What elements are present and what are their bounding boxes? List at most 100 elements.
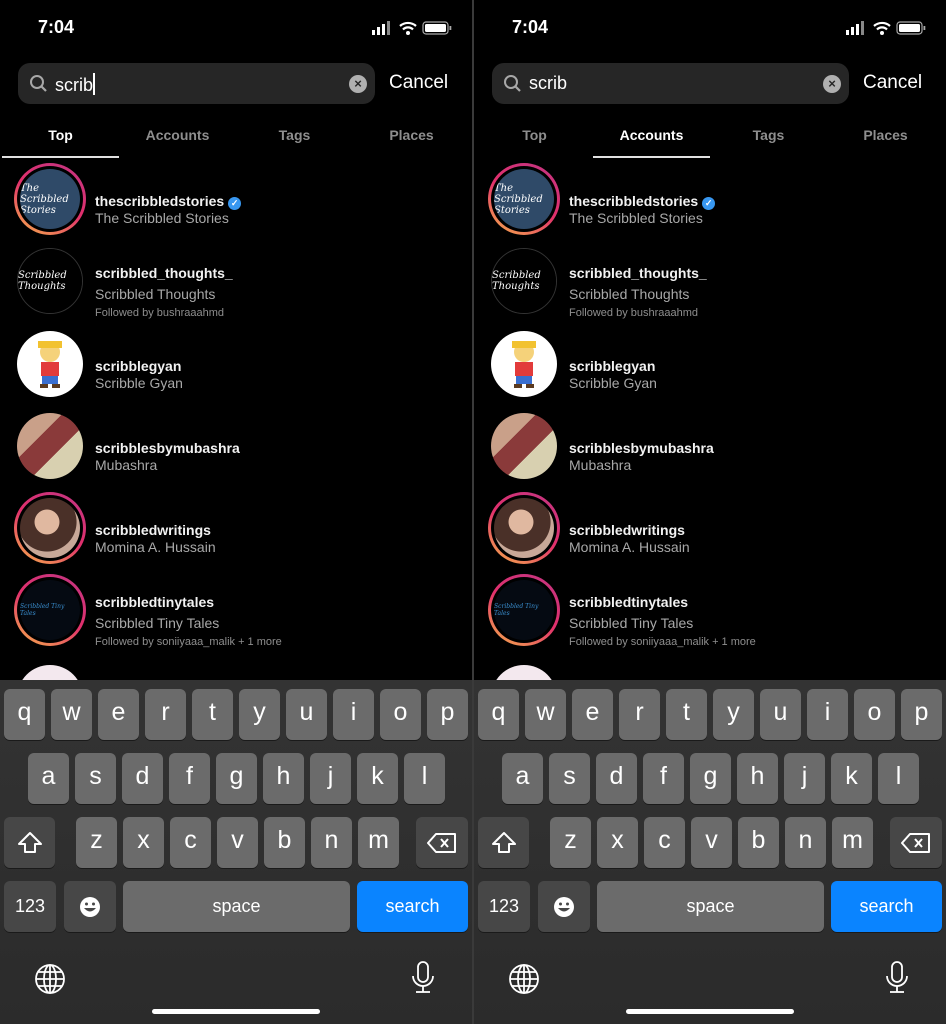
avatar[interactable]: Scribbled Thoughts [488, 245, 560, 317]
key-n[interactable]: n [311, 817, 352, 868]
result-username[interactable]: scribbledtinytales [95, 594, 214, 610]
search-input[interactable]: scrib [55, 73, 96, 96]
key-k[interactable]: k [831, 753, 872, 804]
shift-key[interactable] [478, 817, 529, 868]
key-z[interactable]: z [76, 817, 117, 868]
globe-icon[interactable] [508, 963, 540, 1000]
key-w[interactable]: w [51, 689, 92, 740]
result-username[interactable]: thescribbledstories ✓ [95, 193, 242, 210]
clear-search-icon[interactable]: × [349, 75, 367, 93]
avatar[interactable]: Scribbled Tiny Tales [14, 574, 86, 646]
avatar[interactable] [488, 492, 560, 564]
search-key[interactable]: search [357, 881, 468, 932]
shift-key[interactable] [4, 817, 55, 868]
microphone-icon[interactable] [410, 960, 436, 1001]
key-o[interactable]: o [380, 689, 421, 740]
key-a[interactable]: a [28, 753, 69, 804]
result-username[interactable]: scribblegyan [569, 358, 655, 374]
key-m[interactable]: m [832, 817, 873, 868]
result-row[interactable]: The Scribbled Stories thescribbledstories… [0, 159, 473, 239]
result-row[interactable]: scribblesbymubashra Mubashra [474, 406, 946, 486]
key-v[interactable]: v [691, 817, 732, 868]
key-x[interactable]: x [123, 817, 164, 868]
delete-key[interactable] [416, 817, 468, 868]
cancel-button[interactable]: Cancel [389, 72, 448, 94]
key-c[interactable]: c [170, 817, 211, 868]
numbers-key[interactable]: 123 [478, 881, 530, 932]
key-f[interactable]: f [643, 753, 684, 804]
avatar[interactable] [14, 492, 86, 564]
key-c[interactable]: c [644, 817, 685, 868]
key-x[interactable]: x [597, 817, 638, 868]
key-h[interactable]: h [737, 753, 778, 804]
key-f[interactable]: f [169, 753, 210, 804]
numbers-key[interactable]: 123 [4, 881, 56, 932]
tab-tags[interactable]: Tags [236, 124, 353, 158]
globe-icon[interactable] [34, 963, 66, 1000]
space-key[interactable]: space [123, 881, 350, 932]
result-username[interactable]: scribblegyan [95, 358, 181, 374]
avatar[interactable]: The Scribbled Stories [14, 163, 86, 235]
result-row[interactable]: scribblegyan Scribble Gyan [0, 324, 473, 404]
emoji-key[interactable] [64, 881, 116, 932]
search-field[interactable]: scrib × [492, 63, 849, 104]
emoji-key[interactable] [538, 881, 590, 932]
key-j[interactable]: j [310, 753, 351, 804]
key-r[interactable]: r [619, 689, 660, 740]
result-username[interactable]: scribbledwritings [569, 522, 685, 538]
key-u[interactable]: u [286, 689, 327, 740]
key-i[interactable]: i [807, 689, 848, 740]
avatar[interactable] [14, 328, 86, 400]
key-q[interactable]: q [4, 689, 45, 740]
clear-search-icon[interactable]: × [823, 75, 841, 93]
key-e[interactable]: e [572, 689, 613, 740]
key-n[interactable]: n [785, 817, 826, 868]
tab-places[interactable]: Places [353, 124, 470, 158]
space-key[interactable]: space [597, 881, 824, 932]
search-key[interactable]: search [831, 881, 942, 932]
home-indicator[interactable] [626, 1009, 794, 1014]
result-username[interactable]: thescribbledstories ✓ [569, 193, 716, 210]
search-input[interactable]: scrib [529, 73, 567, 94]
key-d[interactable]: d [596, 753, 637, 804]
key-h[interactable]: h [263, 753, 304, 804]
avatar[interactable] [488, 328, 560, 400]
key-l[interactable]: l [404, 753, 445, 804]
search-field[interactable]: scrib × [18, 63, 375, 104]
avatar[interactable] [488, 410, 560, 482]
result-row[interactable]: Scribbled Thoughts scribbled_thoughts_ Scr… [474, 241, 946, 321]
key-d[interactable]: d [122, 753, 163, 804]
result-username[interactable]: scribbledtinytales [569, 594, 688, 610]
result-row[interactable]: scribblesbymubashra Mubashra [0, 406, 473, 486]
avatar[interactable]: The Scribbled Stories [488, 163, 560, 235]
key-i[interactable]: i [333, 689, 374, 740]
tab-top[interactable]: Top [476, 124, 593, 158]
key-g[interactable]: g [690, 753, 731, 804]
key-m[interactable]: m [358, 817, 399, 868]
tab-accounts[interactable]: Accounts [593, 124, 710, 158]
result-row[interactable]: scribbledwritings Momina A. Hussain [0, 488, 473, 568]
key-t[interactable]: t [192, 689, 233, 740]
tab-top[interactable]: Top [2, 124, 119, 158]
key-y[interactable]: y [239, 689, 280, 740]
result-row[interactable]: Scribbled Tiny Tales scribbledtinytales Sc… [0, 570, 473, 650]
key-z[interactable]: z [550, 817, 591, 868]
tab-places[interactable]: Places [827, 124, 944, 158]
key-j[interactable]: j [784, 753, 825, 804]
tab-tags[interactable]: Tags [710, 124, 827, 158]
key-r[interactable]: r [145, 689, 186, 740]
key-k[interactable]: k [357, 753, 398, 804]
key-p[interactable]: p [427, 689, 468, 740]
key-a[interactable]: a [502, 753, 543, 804]
result-row[interactable]: Scribbled Tiny Tales scribbledtinytales Sc… [474, 570, 946, 650]
result-row[interactable]: scribblegyan Scribble Gyan [474, 324, 946, 404]
result-row[interactable]: The Scribbled Stories thescribbledstories… [474, 159, 946, 239]
result-username[interactable]: scribblesbymubashra [95, 440, 240, 456]
result-username[interactable]: scribbledwritings [95, 522, 211, 538]
result-row[interactable]: Scribbled Thoughts scribbled_thoughts_ Scr… [0, 241, 473, 321]
result-username[interactable]: scribblesbymubashra [569, 440, 714, 456]
key-s[interactable]: s [75, 753, 116, 804]
result-username[interactable]: scribbled_thoughts_ [569, 265, 707, 281]
key-l[interactable]: l [878, 753, 919, 804]
tab-accounts[interactable]: Accounts [119, 124, 236, 158]
